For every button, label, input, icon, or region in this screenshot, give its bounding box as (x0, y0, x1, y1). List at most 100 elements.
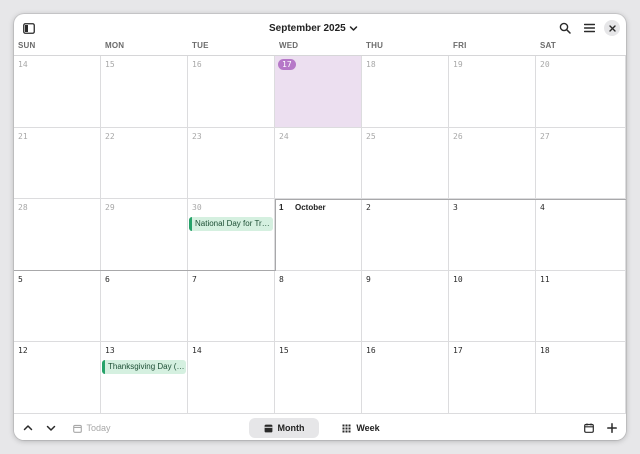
weekday-label-sun: SUN (18, 41, 36, 50)
day-cell[interactable]: 14 (14, 56, 101, 128)
day-number: 24 (279, 132, 289, 141)
chevron-down-icon (46, 423, 56, 433)
close-icon (608, 24, 616, 32)
date-picker-button[interactable] (579, 418, 599, 438)
day-number: 15 (105, 60, 115, 69)
day-number: 18 (366, 60, 376, 69)
day-number: 17 (453, 346, 463, 355)
close-button[interactable] (604, 20, 620, 36)
day-number: 14 (192, 346, 202, 355)
month-picker-button[interactable]: September 2025 (269, 17, 358, 39)
day-cell[interactable]: 8 (275, 271, 362, 342)
event-chip[interactable]: National Day for Tr… (189, 217, 273, 231)
day-cell[interactable]: 2 (362, 199, 449, 271)
day-number: 6 (105, 275, 110, 284)
view-month-label: Month (277, 423, 305, 433)
day-cell[interactable]: 16 (362, 342, 449, 414)
month-boundary-line (14, 270, 276, 271)
day-cell[interactable]: 16 (188, 56, 275, 128)
view-week-label: Week (356, 423, 380, 433)
chevron-down-icon (349, 24, 358, 33)
day-number: 19 (453, 60, 463, 69)
day-cell[interactable]: 9 (362, 271, 449, 342)
day-cell[interactable]: 13 (101, 342, 188, 414)
day-number: 30 (192, 203, 202, 212)
day-number: 10 (453, 275, 463, 284)
day-number: 7 (192, 275, 197, 284)
plus-icon (607, 423, 617, 433)
day-cell[interactable]: 17 (449, 342, 536, 414)
day-number: 29 (105, 203, 115, 212)
day-number: 9 (366, 275, 371, 284)
calendar-today-icon (73, 424, 83, 433)
day-cell[interactable]: 20 (536, 56, 626, 128)
day-cell[interactable]: 15 (275, 342, 362, 414)
search-button[interactable] (554, 17, 576, 39)
day-cell[interactable]: 26 (449, 128, 536, 199)
day-cell[interactable]: 3 (449, 199, 536, 271)
day-number: 16 (366, 346, 376, 355)
add-event-button[interactable] (602, 418, 622, 438)
day-cell[interactable]: 27 (536, 128, 626, 199)
view-week-button[interactable]: Week (326, 418, 396, 438)
today-label: Today (86, 423, 111, 433)
weekday-label-mon: MON (105, 41, 125, 50)
day-number: 4 (540, 203, 545, 212)
day-cell[interactable]: 6 (101, 271, 188, 342)
day-number: 1 (279, 203, 284, 212)
day-number: 18 (540, 346, 550, 355)
today-button[interactable]: Today (68, 418, 116, 438)
event-chip[interactable]: Thanksgiving Day (… (102, 360, 186, 374)
day-cell[interactable]: 29 (101, 199, 188, 271)
month-grid: 14 15 16 17 18 19 20 21 22 23 24 25 26 27 28 29 30 1 Octob… (14, 55, 626, 414)
day-number: 26 (453, 132, 463, 141)
day-number: 25 (366, 132, 376, 141)
day-cell[interactable]: 21 (14, 128, 101, 199)
search-icon (559, 22, 571, 34)
day-number: 21 (18, 132, 28, 141)
weekday-label-thu: THU (366, 41, 384, 50)
weekday-label-sat: SAT (540, 41, 557, 50)
day-number: 16 (192, 60, 202, 69)
day-cell[interactable]: 24 (275, 128, 362, 199)
previous-button[interactable] (18, 418, 38, 438)
day-cell[interactable]: 4 (536, 199, 626, 271)
day-cell[interactable]: 18 (536, 342, 626, 414)
sidebar-toggle-button[interactable] (18, 17, 40, 39)
day-cell[interactable]: 22 (101, 128, 188, 199)
day-cell[interactable]: 23 (188, 128, 275, 199)
weekday-label-fri: FRI (453, 41, 467, 50)
month-boundary-line (275, 199, 626, 200)
day-cell[interactable]: 7 (188, 271, 275, 342)
day-cell[interactable]: 15 (101, 56, 188, 128)
day-number: 8 (279, 275, 284, 284)
day-cell[interactable]: 5 (14, 271, 101, 342)
day-cell[interactable]: 10 (449, 271, 536, 342)
weekday-label-wed: WED (279, 41, 299, 50)
weekday-label-tue: TUE (192, 41, 209, 50)
day-number: 14 (18, 60, 28, 69)
next-button[interactable] (41, 418, 61, 438)
main-menu-button[interactable] (578, 17, 600, 39)
day-number: 22 (105, 132, 115, 141)
footer-bar: Today Month Week (14, 413, 626, 440)
day-number: 12 (18, 346, 28, 355)
day-cell[interactable]: 28 (14, 199, 101, 271)
day-cell[interactable]: 17 (275, 56, 362, 128)
day-number: 13 (105, 346, 115, 355)
view-month-button[interactable]: Month (249, 418, 319, 438)
day-cell[interactable]: 18 (362, 56, 449, 128)
day-number: 5 (18, 275, 23, 284)
day-cell[interactable]: 19 (449, 56, 536, 128)
sidebar-toggle-icon (23, 22, 35, 34)
day-cell[interactable]: 14 (188, 342, 275, 414)
today-day-number: 17 (278, 59, 296, 70)
page-title: September 2025 (269, 22, 346, 34)
day-cell[interactable]: 30 (188, 199, 275, 271)
day-cell[interactable]: 25 (362, 128, 449, 199)
day-cell[interactable]: 1 October (275, 199, 362, 271)
day-cell[interactable]: 11 (536, 271, 626, 342)
day-number: 3 (453, 203, 458, 212)
day-cell[interactable]: 12 (14, 342, 101, 414)
calendar-window: September 2025 SUN MON TUE WED THU FRI SAT 14 1… (14, 14, 626, 440)
